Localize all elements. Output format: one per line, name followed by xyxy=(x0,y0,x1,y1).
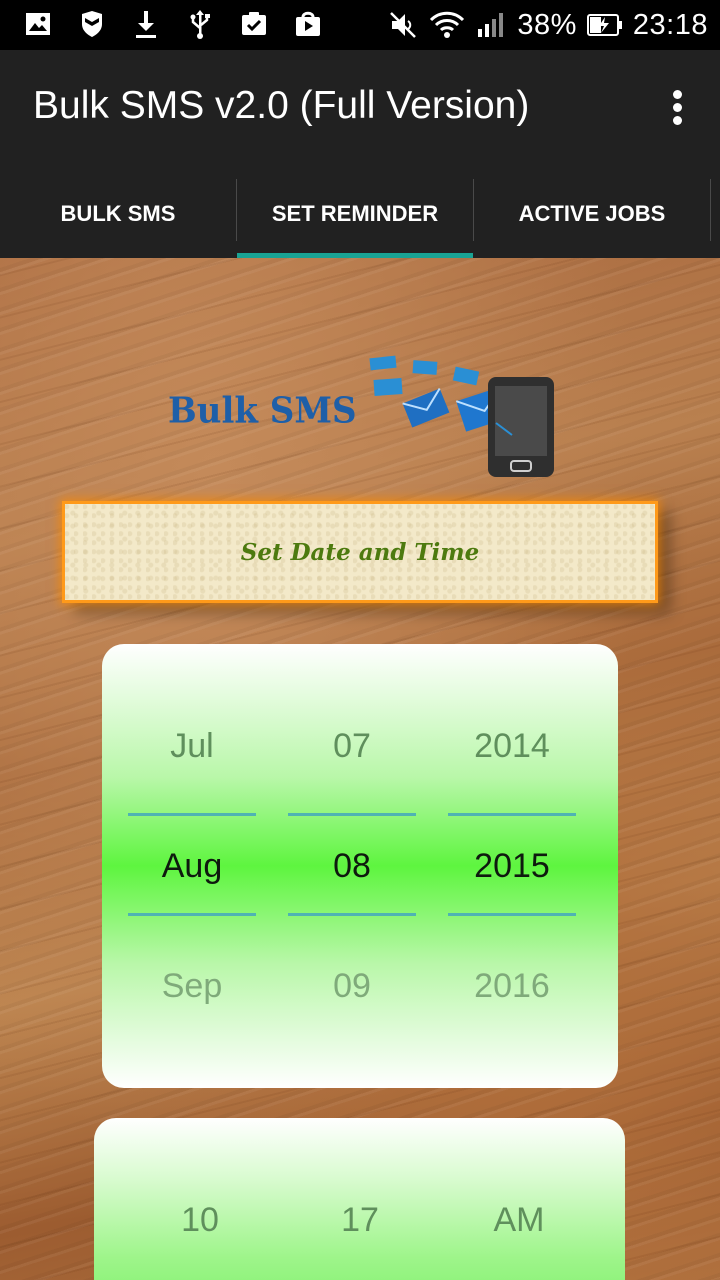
hour-prev[interactable]: 10 xyxy=(136,1201,264,1240)
envelopes-phone-icon xyxy=(369,355,554,477)
app-bar: Bulk SMS v2.0 (Full Version) xyxy=(0,50,720,170)
month-selected[interactable]: Aug xyxy=(128,847,256,886)
tab-bar: BULK SMS SET REMINDER ACTIVE JOBS xyxy=(0,170,720,258)
year-selected[interactable]: 2015 xyxy=(448,847,576,886)
month-prev[interactable]: Jul xyxy=(128,727,256,766)
set-date-time-label: Set Date and Time xyxy=(240,538,480,566)
year-next[interactable]: 2016 xyxy=(448,967,576,1006)
shield-icon xyxy=(82,11,102,37)
selection-line xyxy=(448,913,576,916)
day-next[interactable]: 09 xyxy=(288,967,416,1006)
ampm-prev[interactable]: AM xyxy=(455,1201,583,1240)
set-date-time-button[interactable]: Set Date and Time xyxy=(62,501,658,603)
mute-icon xyxy=(390,12,417,38)
download-icon xyxy=(136,11,156,38)
usb-icon xyxy=(190,10,210,39)
battery-percent: 38% xyxy=(517,8,577,41)
selection-line xyxy=(288,813,416,816)
minute-prev[interactable]: 17 xyxy=(296,1201,424,1240)
reminder-content: Bulk SMS Set Date and Time Jul Aug Sep 0… xyxy=(0,258,720,1280)
year-wheel[interactable]: 2014 2015 2016 xyxy=(448,644,576,1088)
tab-set-reminder[interactable]: SET REMINDER xyxy=(237,170,473,258)
tab-active-jobs[interactable]: ACTIVE JOBS xyxy=(474,170,710,258)
play-store-icon xyxy=(296,11,320,36)
day-prev[interactable]: 07 xyxy=(288,727,416,766)
image-icon xyxy=(26,13,50,35)
selection-line xyxy=(448,813,576,816)
clock: 23:18 xyxy=(632,8,708,41)
month-next[interactable]: Sep xyxy=(128,967,256,1006)
clipboard-check-icon xyxy=(242,12,266,35)
selection-line xyxy=(128,913,256,916)
day-selected[interactable]: 08 xyxy=(288,847,416,886)
year-prev[interactable]: 2014 xyxy=(448,727,576,766)
overflow-menu-icon[interactable] xyxy=(662,86,692,136)
minute-wheel[interactable]: 17 xyxy=(296,1118,424,1280)
selection-line xyxy=(128,813,256,816)
hour-wheel[interactable]: 10 xyxy=(136,1118,264,1280)
tab-divider xyxy=(710,179,711,241)
tab-bulk-sms[interactable]: BULK SMS xyxy=(0,170,236,258)
wifi-icon xyxy=(430,11,465,38)
battery-icon xyxy=(586,14,622,36)
day-wheel[interactable]: 07 08 09 xyxy=(288,644,416,1088)
status-bar: 38% 23:18 xyxy=(0,0,720,50)
ampm-wheel[interactable]: AM xyxy=(455,1118,583,1280)
time-picker: 10 17 AM xyxy=(94,1118,625,1280)
date-picker: Jul Aug Sep 07 08 09 2014 2015 2016 xyxy=(102,644,618,1088)
signal-icon xyxy=(478,13,504,37)
app-title: Bulk SMS v2.0 (Full Version) xyxy=(33,84,530,127)
month-wheel[interactable]: Jul Aug Sep xyxy=(128,644,256,1088)
bulk-sms-logo: Bulk SMS xyxy=(160,353,560,483)
selection-line xyxy=(288,913,416,916)
